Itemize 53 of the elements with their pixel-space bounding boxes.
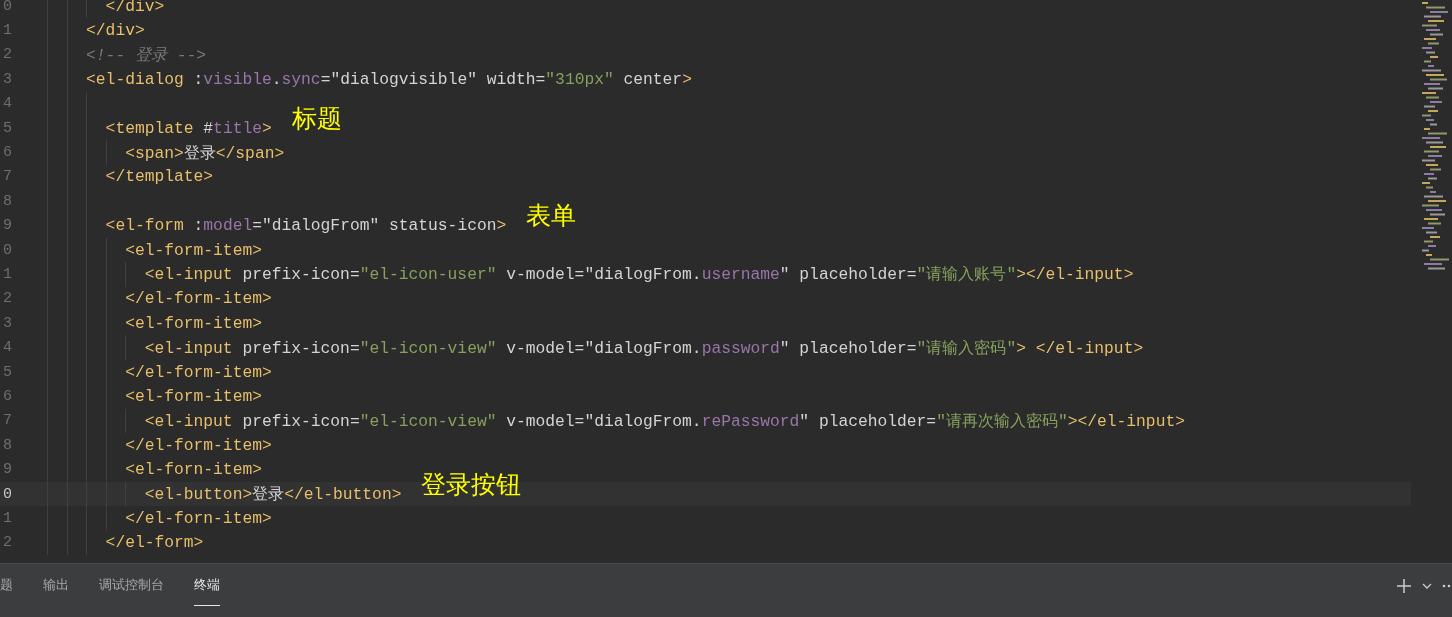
line-number: 6 bbox=[2, 387, 12, 405]
line-number: 2 bbox=[2, 46, 12, 64]
code-line: </div> bbox=[85, 21, 145, 41]
code-line: <el-button>登录</el-button> bbox=[143, 484, 402, 505]
line-number: 3 bbox=[2, 314, 12, 332]
code-line: <el-form-item> bbox=[124, 240, 262, 260]
code-line: <el-input prefix-icon="el-icon-user" v-model="dialogFrom.username" placeholder="请输入账号"></el-input> bbox=[143, 264, 1134, 286]
annotation-label: 表单 bbox=[526, 203, 577, 229]
line-number: 7 bbox=[2, 412, 12, 430]
annotation-label: 登录按钮 bbox=[421, 471, 522, 497]
code-line: <el-input prefix-icon="el-icon-view" v-model="dialogFrom.rePassword" placeholder="请再次输入密码"></el-input> bbox=[143, 410, 1185, 432]
panel-tab[interactable]: 题 bbox=[0, 564, 28, 606]
line-number: 1 bbox=[2, 266, 12, 283]
code-line: <el-form :model="dialogFrom" status-icon> bbox=[104, 216, 507, 236]
code-line: </el-form-item> bbox=[124, 435, 272, 455]
line-number: 8 bbox=[2, 192, 12, 210]
line-number: 3 bbox=[2, 70, 12, 88]
code-line: </el-form> bbox=[104, 533, 204, 553]
code-line: <el-forn-item> bbox=[124, 460, 262, 480]
line-number: 9 bbox=[2, 217, 12, 235]
line-number: 7 bbox=[2, 168, 12, 186]
code-line: <!-- 登录 --> bbox=[85, 44, 206, 66]
code-line: <template #title> bbox=[104, 118, 272, 138]
code-line: <el-input prefix-icon="el-icon-view" v-model="dialogFrom.password" placeholder="请输入密码"> </el-input> bbox=[143, 337, 1144, 359]
line-number: 2 bbox=[2, 290, 12, 308]
line-number: 9 bbox=[2, 461, 12, 479]
code-line: </el-form-item> bbox=[124, 289, 272, 309]
line-number: 4 bbox=[2, 95, 12, 113]
panel-tab[interactable]: 输出 bbox=[28, 564, 84, 606]
line-number: 5 bbox=[2, 119, 12, 137]
panel-tab[interactable]: 终端 bbox=[194, 564, 220, 606]
more-icon[interactable] bbox=[1442, 584, 1452, 588]
line-number: 8 bbox=[2, 436, 12, 454]
code-line: <span>登录</span> bbox=[124, 142, 285, 164]
panel-tab[interactable]: 调试控制台 bbox=[84, 564, 179, 606]
code-line: </el-forn-item> bbox=[124, 508, 272, 528]
code-line: </el-form-item> bbox=[124, 362, 272, 382]
plus-icon[interactable] bbox=[1396, 578, 1412, 594]
line-number: 4 bbox=[2, 339, 12, 357]
code-line: <el-form-item> bbox=[124, 313, 262, 333]
line-number: 0 bbox=[2, 485, 12, 503]
line-number: 0 bbox=[2, 0, 12, 15]
code-line: <el-dialog :visible.sync="dialogvisible" width="310px" center> bbox=[85, 69, 692, 89]
line-number: 5 bbox=[2, 363, 12, 381]
code-line: </template> bbox=[104, 167, 214, 187]
line-number: 1 bbox=[2, 22, 12, 40]
line-number: 1 bbox=[2, 509, 12, 527]
code-line: <el-form-item> bbox=[124, 386, 262, 406]
line-number: 0 bbox=[2, 241, 12, 259]
annotation-label: 标题 bbox=[291, 105, 342, 131]
line-number: 6 bbox=[2, 144, 12, 162]
line-number: 2 bbox=[2, 534, 12, 552]
chevron-down-icon[interactable] bbox=[1422, 583, 1432, 589]
